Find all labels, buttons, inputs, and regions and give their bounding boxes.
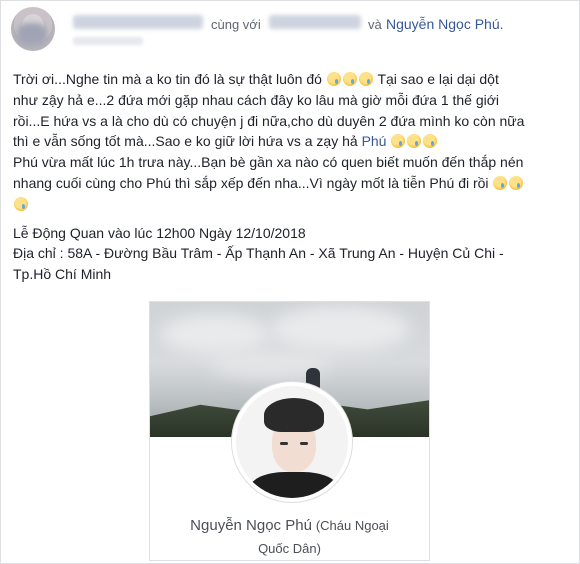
- post-line: thì e vẫn sống tốt mà...Sao e ko giữ lời…: [13, 133, 358, 150]
- crying-face-emoji-icon: [14, 196, 28, 211]
- shared-profile-card[interactable]: Nguyễn Ngọc Phú (Cháu Ngoại Quốc Dân): [149, 301, 430, 561]
- crying-face-emoji-icon: [326, 72, 341, 86]
- crying-face-emoji-icon: [358, 72, 373, 86]
- profile-picture[interactable]: [232, 382, 352, 502]
- profile-name-block[interactable]: Nguyễn Ngọc Phú (Cháu Ngoại Quốc Dân): [150, 514, 429, 560]
- post-line: Phú vừa mất lúc 1h trưa này...Bạn bè gần…: [13, 154, 524, 171]
- post-line: Tại sao e lại dại dột: [377, 71, 499, 87]
- post-header: cùng với và Nguyễn Ngọc Phú.: [11, 7, 571, 51]
- post-line: Trời ơi...Nghe tin mà a ko tin đó là sự …: [13, 71, 322, 87]
- facebook-post: cùng với và Nguyễn Ngọc Phú. Trời ơi...N…: [0, 0, 580, 564]
- profile-subtitle: Quốc Dân): [258, 541, 321, 556]
- crying-face-emoji-icon: [493, 175, 508, 190]
- post-line: như zậy hả e...2 đứa mới gặp nhau cách đ…: [13, 91, 500, 108]
- crying-face-emoji-icon: [509, 175, 524, 190]
- address-line: Tp.Hồ Chí Minh: [13, 266, 112, 283]
- profile-subtitle: (Cháu Ngoại: [315, 518, 389, 533]
- post-body: Trời ơi...Nghe tin mà a ko tin đó là sự …: [13, 69, 569, 285]
- crying-face-emoji-icon: [342, 72, 357, 86]
- address-line: Địa chỉ : 58A - Đường Bầu Trâm - Ấp Thạn…: [13, 245, 504, 262]
- funeral-time: Lễ Động Quan vào lúc 12h00 Ngày 12/10/20…: [13, 224, 306, 241]
- crying-face-emoji-icon: [407, 134, 422, 149]
- post-timestamp-redacted[interactable]: [73, 37, 143, 45]
- with-text: cùng với: [211, 17, 261, 32]
- crying-face-emoji-icon: [391, 134, 406, 149]
- author-avatar[interactable]: [11, 7, 55, 51]
- and-text: và: [368, 17, 382, 32]
- tagged-user-link[interactable]: Nguyễn Ngọc Phú.: [386, 16, 504, 32]
- author-name-redacted[interactable]: [73, 15, 203, 29]
- tagged-friend-redacted[interactable]: [269, 15, 361, 29]
- mention-link[interactable]: Phú: [362, 133, 387, 149]
- crying-face-emoji-icon: [423, 134, 438, 149]
- post-line: rồi...E hứa vs a là cho dù có chuyện j đ…: [13, 112, 525, 129]
- post-line: nhang cuối cùng cho Phú thì sắp xếp đến …: [13, 174, 489, 191]
- profile-name[interactable]: Nguyễn Ngọc Phú: [190, 517, 312, 534]
